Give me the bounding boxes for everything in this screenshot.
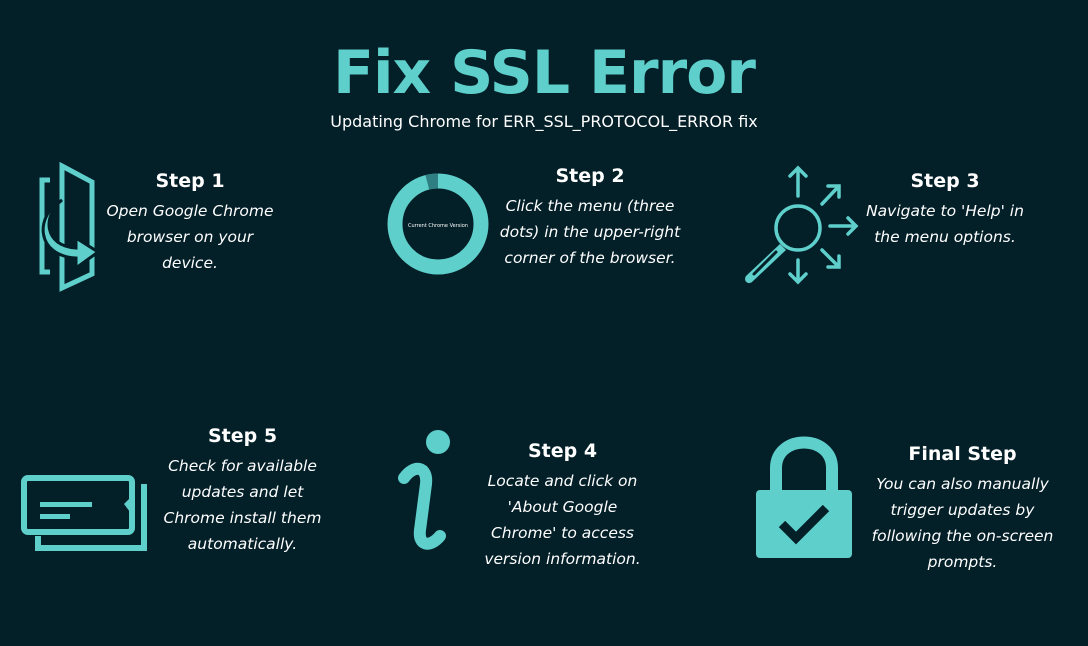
step-2: Step 2 Click the menu (three dots) in th… xyxy=(495,165,685,271)
page-title: Fix SSL Error xyxy=(333,38,756,108)
step-title: Step 3 xyxy=(910,170,980,192)
padlock-check-icon xyxy=(756,436,852,558)
step-text: Check for available updates and let Chro… xyxy=(163,457,322,553)
step-text: You can also manually trigger updates by… xyxy=(871,475,1054,571)
step-title: Step 5 xyxy=(207,425,278,447)
door-exit-icon xyxy=(39,161,101,292)
step-3: Step 3 Navigate to 'Help' in the menu op… xyxy=(865,170,1025,250)
final-step: Final Step You can also manually trigger… xyxy=(865,443,1060,575)
step-5: Step 5 Check for available updates and l… xyxy=(155,425,330,557)
step-title: Step 1 xyxy=(155,170,225,192)
donut-label: Current Chrome Version xyxy=(408,223,468,229)
magnifier-arrows-icon xyxy=(745,165,859,285)
step-4: Step 4 Locate and click on 'About Google… xyxy=(475,440,650,572)
step-title: Step 4 xyxy=(527,440,598,462)
info-icon xyxy=(398,430,450,550)
step-title: Final Step xyxy=(908,443,1017,465)
ticket-icon xyxy=(21,475,147,551)
page-subtitle: Updating Chrome for ERR_SSL_PROTOCOL_ERR… xyxy=(330,112,758,131)
step-text: Locate and click on 'About Google Chrome… xyxy=(484,472,641,568)
step-text: Open Google Chrome browser on your devic… xyxy=(106,202,274,272)
step-1: Step 1 Open Google Chrome browser on you… xyxy=(100,170,280,276)
step-text: Click the menu (three dots) in the upper… xyxy=(499,197,681,267)
step-text: Navigate to 'Help' in the menu options. xyxy=(866,202,1024,246)
donut-chart-icon: Current Chrome Version xyxy=(387,173,489,275)
step-title: Step 2 xyxy=(555,165,625,187)
